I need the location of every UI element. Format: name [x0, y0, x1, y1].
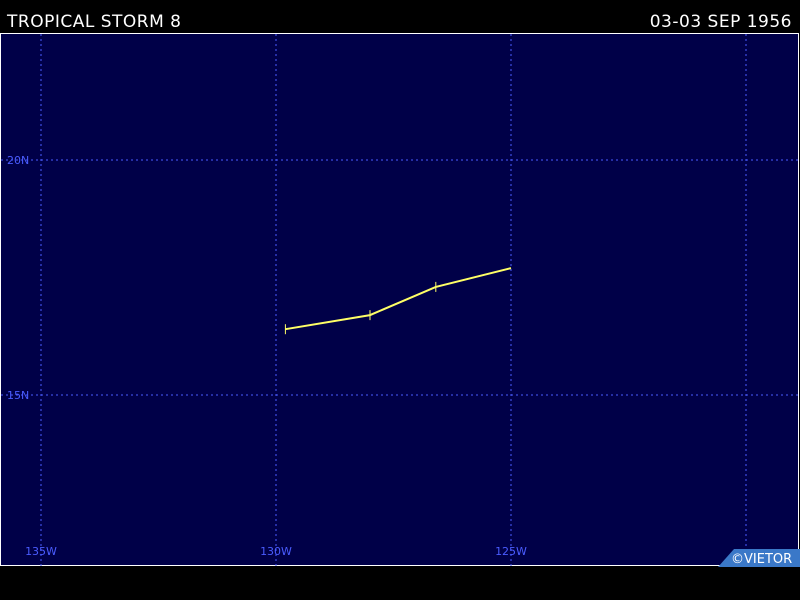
latitude-label: 15N [7, 389, 29, 402]
storm-track-map: 135W 130W 125W 20N 15N ©VIETOR [0, 33, 800, 567]
longitude-label: 135W [25, 545, 57, 558]
credit-badge: ©VIETOR [718, 549, 800, 567]
longitude-label: 125W [495, 545, 527, 558]
latitude-label: 20N [7, 154, 29, 167]
longitude-label: 130W [260, 545, 292, 558]
storm-title: TROPICAL STORM 8 [7, 12, 182, 32]
date-range: 03-03 SEP 1956 [649, 12, 792, 32]
credit-text: ©VIETOR [731, 552, 792, 567]
map-background [0, 33, 799, 566]
